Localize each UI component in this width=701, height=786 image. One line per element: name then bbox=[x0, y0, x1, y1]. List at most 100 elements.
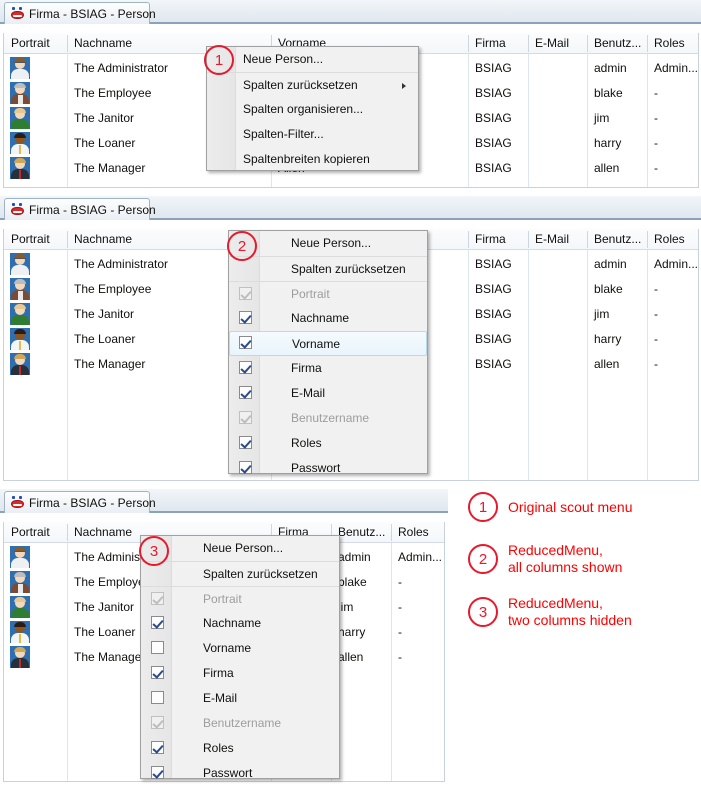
cell-benutzername: allen bbox=[338, 650, 364, 664]
menu-item-spalten-organisieren[interactable]: Spalten organisieren... bbox=[207, 97, 418, 122]
checkbox-icon[interactable] bbox=[151, 641, 164, 654]
checkbox-icon bbox=[151, 592, 164, 605]
cell-benutzername: jim bbox=[338, 600, 354, 614]
avatar-janitor bbox=[10, 303, 30, 325]
column-header-roles[interactable]: Roles bbox=[647, 229, 700, 250]
avatar-employee bbox=[10, 82, 30, 104]
menu-item-label: E-Mail bbox=[291, 386, 326, 400]
column-header-benutzername[interactable]: Benutz... bbox=[331, 522, 391, 543]
avatar-janitor bbox=[10, 107, 30, 129]
checkbox-icon[interactable] bbox=[239, 336, 252, 349]
tab-strip-3: Firma - BSIAG - Person bbox=[0, 489, 448, 513]
person-smiley-icon bbox=[11, 496, 24, 509]
cell-benutzername: allen bbox=[594, 357, 620, 371]
column-header-benutzername[interactable]: Benutz... bbox=[587, 229, 647, 250]
cell-roles: - bbox=[398, 625, 402, 639]
cell-benutzername: harry bbox=[594, 136, 622, 150]
menu-item-label: Passwort bbox=[203, 766, 253, 780]
column-header-email[interactable]: E-Mail bbox=[528, 33, 587, 54]
menu-item-neue-person[interactable]: Neue Person... bbox=[207, 47, 418, 72]
tab-firma-bsiag-person-2[interactable]: Firma - BSIAG - Person bbox=[4, 198, 156, 220]
checkbox-icon[interactable] bbox=[239, 386, 252, 399]
cell-firma: BSIAG bbox=[475, 161, 512, 175]
menu-item-label: Vorname bbox=[292, 337, 341, 351]
menu-checkitem-email[interactable]: E-Mail bbox=[141, 686, 339, 711]
menu-item-spaltenbreiten-kopieren[interactable]: Spaltenbreiten kopieren bbox=[207, 147, 418, 172]
column-header-portrait[interactable]: Portrait bbox=[4, 229, 67, 250]
checkbox-icon[interactable] bbox=[151, 616, 164, 629]
tab-firma-bsiag-person-1[interactable]: Firma - BSIAG - Person bbox=[4, 2, 156, 24]
menu-item-label: Portrait bbox=[291, 287, 330, 301]
cell-roles: Admin... bbox=[654, 257, 699, 271]
menu-item-label: Firma bbox=[291, 361, 322, 375]
checkbox-icon[interactable] bbox=[151, 741, 164, 754]
legend-text-2: ReducedMenu, all columns shown bbox=[508, 542, 623, 575]
cell-roles: - bbox=[654, 161, 658, 175]
cell-roles: - bbox=[654, 357, 658, 371]
legend-text-1: Original scout menu bbox=[508, 499, 633, 515]
menu-checkitem-benutzername: Benutzername bbox=[229, 406, 427, 431]
checkbox-icon[interactable] bbox=[239, 361, 252, 374]
cell-benutzername: jim bbox=[594, 111, 610, 125]
menu-checkitem-vorname[interactable]: Vorname bbox=[229, 331, 427, 356]
column-header-firma[interactable]: Firma bbox=[468, 229, 528, 250]
menu-item-neue-person[interactable]: Neue Person... bbox=[141, 536, 339, 561]
cell-email bbox=[528, 106, 587, 131]
column-header-email[interactable]: E-Mail bbox=[528, 229, 587, 250]
menu-item-spalten-zuruecksetzen[interactable]: Spalten zurücksetzen bbox=[141, 561, 339, 586]
context-menu-reduced-hidden[interactable]: Neue Person... Spalten zurücksetzen Port… bbox=[140, 535, 340, 780]
context-menu-reduced-all[interactable]: Neue Person... Spalten zurücksetzen Port… bbox=[228, 230, 428, 475]
avatar-janitor bbox=[10, 596, 30, 618]
column-header-portrait[interactable]: Portrait bbox=[4, 522, 67, 543]
column-header-benutzername[interactable]: Benutz... bbox=[587, 33, 647, 54]
menu-checkitem-passwort[interactable]: Passwort bbox=[229, 456, 427, 481]
cell-roles: Admin... bbox=[398, 550, 443, 564]
column-header-roles[interactable]: Roles bbox=[647, 33, 700, 54]
cell-roles: - bbox=[654, 111, 658, 125]
menu-checkitem-email[interactable]: E-Mail bbox=[229, 381, 427, 406]
menu-item-neue-person[interactable]: Neue Person... bbox=[229, 231, 427, 256]
avatar-loaner bbox=[10, 328, 30, 350]
checkbox-icon[interactable] bbox=[239, 436, 252, 449]
menu-item-spalten-filter[interactable]: Spalten-Filter... bbox=[207, 122, 418, 147]
menu-checkitem-roles[interactable]: Roles bbox=[141, 736, 339, 761]
menu-item-spalten-zuruecksetzen[interactable]: Spalten zurücksetzen bbox=[207, 72, 418, 97]
cell-benutzername: harry bbox=[338, 625, 366, 639]
checkbox-icon bbox=[239, 411, 252, 424]
column-header-firma[interactable]: Firma bbox=[468, 33, 528, 54]
avatar-manager bbox=[10, 353, 30, 375]
cell-email bbox=[528, 156, 587, 181]
menu-checkitem-firma[interactable]: Firma bbox=[141, 661, 339, 686]
checkbox-icon[interactable] bbox=[151, 766, 164, 779]
menu-checkitem-roles[interactable]: Roles bbox=[229, 431, 427, 456]
tab-firma-bsiag-person-3[interactable]: Firma - BSIAG - Person bbox=[4, 491, 156, 513]
cell-firma: BSIAG bbox=[475, 332, 512, 346]
panel-1-original-scout-menu: Firma - BSIAG - Person Portrait Nachname… bbox=[0, 0, 701, 191]
menu-checkitem-nachname[interactable]: Nachname bbox=[141, 611, 339, 636]
callout-badge-2: 2 bbox=[227, 231, 257, 261]
checkbox-icon[interactable] bbox=[151, 666, 164, 679]
person-smiley-icon bbox=[11, 203, 24, 216]
cell-roles: - bbox=[398, 650, 402, 664]
cell-firma: BSIAG bbox=[475, 136, 512, 150]
cell-firma: BSIAG bbox=[475, 61, 512, 75]
column-header-portrait[interactable]: Portrait bbox=[4, 33, 67, 54]
menu-item-spalten-zuruecksetzen[interactable]: Spalten zurücksetzen bbox=[229, 256, 427, 281]
cell-benutzername: admin bbox=[594, 61, 627, 75]
avatar-loaner bbox=[10, 621, 30, 643]
avatar-employee bbox=[10, 278, 30, 300]
checkbox-icon[interactable] bbox=[239, 461, 252, 474]
menu-checkitem-vorname[interactable]: Vorname bbox=[141, 636, 339, 661]
submenu-arrow-icon bbox=[402, 83, 406, 89]
avatar-administrator bbox=[10, 253, 30, 275]
person-smiley-icon bbox=[11, 7, 24, 20]
context-menu-original[interactable]: Neue Person... Spalten zurücksetzen Spal… bbox=[206, 46, 419, 171]
checkbox-icon[interactable] bbox=[239, 311, 252, 324]
menu-checkitem-nachname[interactable]: Nachname bbox=[229, 306, 427, 331]
menu-checkitem-firma[interactable]: Firma bbox=[229, 356, 427, 381]
menu-checkitem-passwort[interactable]: Passwort bbox=[141, 761, 339, 786]
menu-item-label: Spalten zurücksetzen bbox=[243, 78, 358, 92]
column-header-roles[interactable]: Roles bbox=[391, 522, 446, 543]
tab-label: Firma - BSIAG - Person bbox=[29, 495, 156, 510]
checkbox-icon[interactable] bbox=[151, 691, 164, 704]
